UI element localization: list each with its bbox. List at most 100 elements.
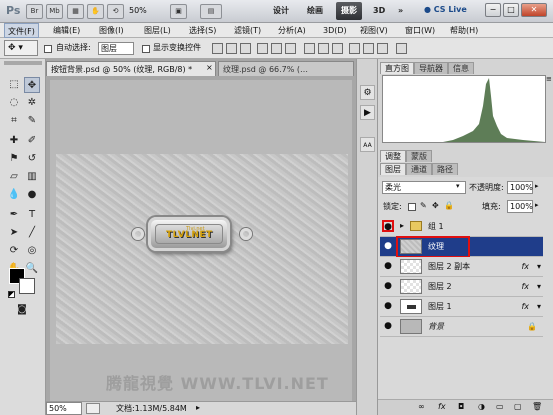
lasso-tool-icon[interactable]: ◌ (6, 95, 22, 111)
history-brush-icon[interactable]: ↺ (24, 151, 40, 167)
menu-edit[interactable]: 编辑(E) (50, 23, 83, 38)
zoom-level[interactable]: 50% (129, 6, 147, 15)
visibility-eye-icon[interactable]: ● (383, 241, 393, 251)
layer-row-layer2-copy[interactable]: ● 图层 2 副本 fx ▾ (380, 257, 543, 277)
clone-stamp-icon[interactable]: ⚑ (6, 151, 22, 167)
path-selection-icon[interactable]: ➤ (6, 225, 22, 241)
brush-panel-icon[interactable]: AA (360, 137, 375, 152)
effects-expand-icon[interactable]: ▾ (537, 261, 541, 272)
blur-tool-icon[interactable]: 💧 (6, 187, 22, 203)
new-layer-icon[interactable]: ▢ (514, 402, 522, 411)
tab-navigator[interactable]: 导航器 (414, 62, 448, 74)
menu-image[interactable]: 图像(I) (96, 23, 127, 38)
zoom-field[interactable]: 50% (46, 402, 82, 415)
tab-adjustments[interactable]: 调整 (380, 150, 406, 162)
menu-select[interactable]: 选择(S) (186, 23, 219, 38)
bridge-button[interactable]: Br (26, 4, 43, 19)
distribute-left-icon[interactable] (349, 43, 360, 54)
group-expand-icon[interactable]: ▸ (400, 221, 404, 230)
layer-effects-icon[interactable]: fx (521, 260, 529, 273)
opacity-input[interactable]: 100% (507, 181, 533, 194)
tool-preset-picker[interactable]: ✥ ▾ (4, 40, 38, 56)
fill-slider-icon[interactable]: ▸ (535, 201, 539, 209)
link-layers-icon[interactable]: ∞ (418, 402, 425, 411)
3d-rotate-icon[interactable]: ⟳ (6, 243, 22, 259)
history-panel-icon[interactable]: ⚙ (360, 85, 375, 100)
tab-masks[interactable]: 蒙版 (406, 150, 432, 162)
visibility-eye-icon[interactable]: ● (383, 301, 393, 311)
lock-transparency-icon[interactable] (408, 203, 416, 211)
add-mask-icon[interactable]: ◘ (458, 402, 464, 411)
menu-filter[interactable]: 滤镜(T) (231, 23, 264, 38)
menu-layer[interactable]: 图层(L) (141, 23, 174, 38)
gradient-tool-icon[interactable]: ▥ (24, 169, 40, 185)
tab-close-icon[interactable]: × (206, 63, 213, 72)
quick-mask-icon[interactable]: ◙ (14, 302, 30, 318)
adjustment-layer-icon[interactable]: ◑ (478, 402, 485, 411)
view-extras-icon[interactable]: ▣ (170, 4, 187, 19)
type-tool-icon[interactable]: T (24, 207, 40, 223)
layer-row-background[interactable]: ● 背景 🔒 (380, 317, 543, 337)
menu-3d[interactable]: 3D(D) (320, 23, 350, 38)
tab-paths[interactable]: 路径 (432, 163, 458, 175)
canvas[interactable]: Tlvi.net TLVLNET 腾龍視覺 WWW.TLVI.NET (50, 80, 352, 401)
mini-bridge-button[interactable]: Mb (46, 4, 63, 19)
align-vcenter-icon[interactable] (226, 43, 237, 54)
tab-document-button-bg[interactable]: 按钮背景.psd @ 50% (纹理, RGB/8) * (46, 61, 216, 76)
align-hcenter-icon[interactable] (271, 43, 282, 54)
status-icon[interactable] (86, 403, 100, 414)
tab-layers[interactable]: 图层 (380, 163, 406, 175)
align-left-icon[interactable] (257, 43, 268, 54)
lock-move-icon[interactable]: ✥ (432, 201, 439, 210)
marquee-tool-icon[interactable]: ⬚ (6, 77, 22, 93)
magic-wand-icon[interactable]: ✲ (24, 95, 40, 111)
auto-select-dropdown[interactable]: 图层 (98, 42, 134, 55)
visibility-eye-icon[interactable]: ● (382, 220, 394, 232)
workspace-photography[interactable]: 摄影 (336, 2, 362, 20)
distribute-vcenter-icon[interactable] (318, 43, 329, 54)
actions-panel-icon[interactable]: ▶ (360, 105, 375, 120)
effects-expand-icon[interactable]: ▾ (537, 281, 541, 292)
menu-analysis[interactable]: 分析(A) (275, 23, 309, 38)
hand-icon[interactable]: ✋ (87, 4, 104, 19)
align-top-icon[interactable] (212, 43, 223, 54)
layer-effects-icon[interactable]: fx (521, 280, 529, 293)
3d-orbit-icon[interactable]: ◎ (24, 243, 40, 259)
maximize-icon[interactable]: □ (503, 3, 519, 17)
opacity-slider-icon[interactable]: ▸ (535, 182, 539, 190)
align-right-icon[interactable] (285, 43, 296, 54)
add-style-icon[interactable]: fx (438, 402, 446, 411)
new-group-icon[interactable]: ▭ (496, 402, 504, 411)
default-colors-icon[interactable] (8, 291, 15, 298)
close-icon[interactable]: ✕ (521, 3, 547, 17)
workspace-more[interactable]: » (393, 2, 408, 20)
distribute-right-icon[interactable] (377, 43, 388, 54)
grid-icon[interactable]: ▦ (67, 4, 84, 19)
blend-mode-dropdown[interactable]: 柔光 (382, 181, 466, 194)
workspace-painting[interactable]: 绘画 (302, 2, 328, 20)
toolbox-grip[interactable] (4, 61, 42, 65)
healing-brush-icon[interactable]: ✚ (6, 133, 22, 149)
layer-effects-icon[interactable]: fx (521, 300, 529, 313)
auto-select-checkbox[interactable] (44, 45, 52, 53)
auto-align-icon[interactable] (396, 43, 407, 54)
workspace-3d[interactable]: 3D (368, 2, 390, 20)
trash-icon[interactable]: 🗑 (532, 402, 542, 411)
menu-file[interactable]: 文件(F) (4, 23, 39, 38)
brush-tool-icon[interactable]: ✐ (24, 133, 40, 149)
eraser-tool-icon[interactable]: ▱ (6, 169, 22, 185)
distribute-hcenter-icon[interactable] (363, 43, 374, 54)
distribute-top-icon[interactable] (304, 43, 315, 54)
menu-view[interactable]: 视图(V) (357, 23, 391, 38)
visibility-eye-icon[interactable]: ● (383, 321, 393, 331)
fill-input[interactable]: 100% (507, 200, 533, 213)
lock-paint-icon[interactable]: ✎ (420, 201, 427, 210)
layer-row-group1[interactable]: ● ▸ 组 1 (380, 217, 543, 237)
pen-tool-icon[interactable]: ✒ (6, 207, 22, 223)
menu-window[interactable]: 窗口(W) (402, 23, 438, 38)
distribute-bottom-icon[interactable] (332, 43, 343, 54)
show-transform-checkbox[interactable] (142, 45, 150, 53)
zoom-tool-icon[interactable]: 🔍 (24, 261, 40, 277)
histogram-menu-icon[interactable]: ≡ (546, 75, 552, 83)
tab-histogram[interactable]: 直方图 (380, 62, 414, 74)
